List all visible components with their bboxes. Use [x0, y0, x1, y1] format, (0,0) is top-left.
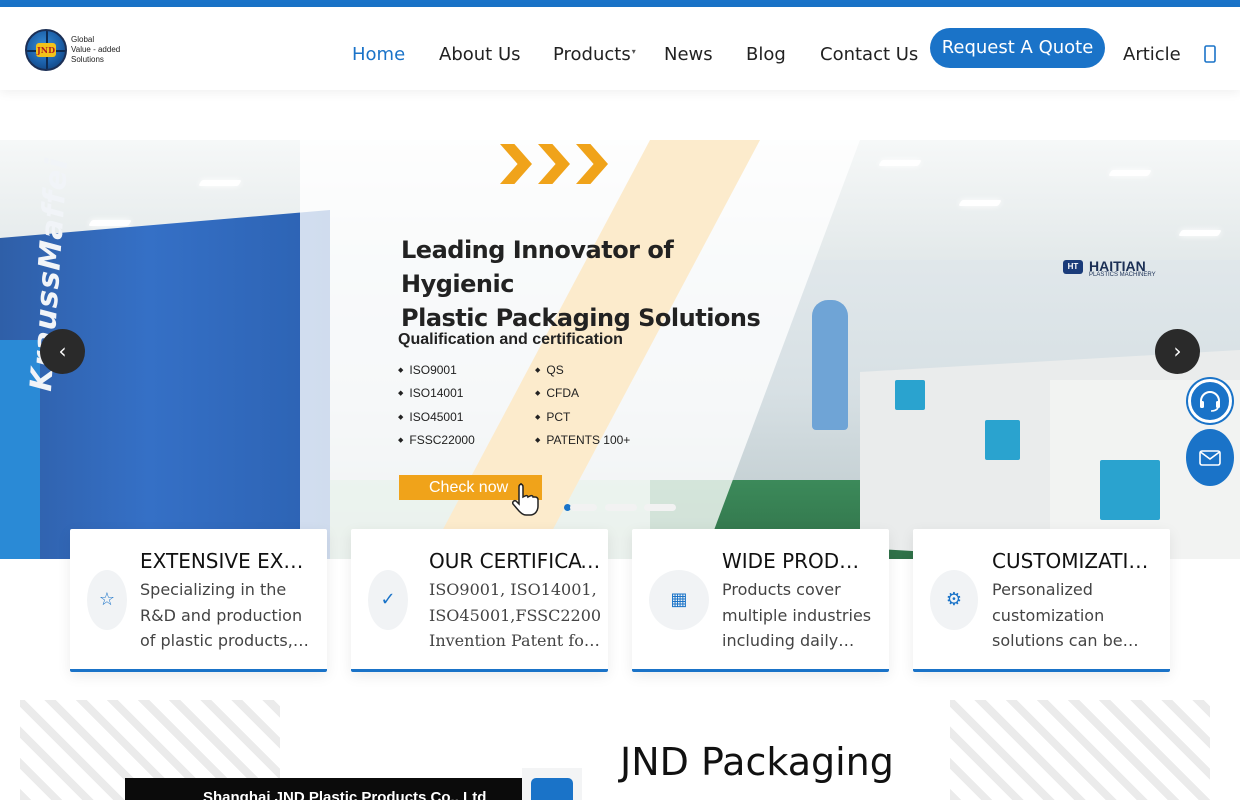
slide-dot-3[interactable] — [644, 504, 676, 511]
banner-headline-line-2: Plastic Packaging Solutions — [401, 304, 761, 332]
cert-item: PCT — [535, 410, 570, 424]
blue-crate — [985, 420, 1020, 460]
site-logo[interactable]: JND Global Value - added Solutions — [25, 29, 135, 71]
cert-item: ISO14001 — [398, 386, 463, 400]
ceiling-light — [958, 200, 1002, 206]
logo-line-2: Value - added — [71, 45, 121, 54]
hero-banner: KraussMaffei HT HAITIAN PLASTICS MACHINER… — [0, 140, 1240, 559]
nav-about-us[interactable]: About Us — [439, 35, 521, 75]
search-icon[interactable] — [1203, 43, 1217, 65]
feature-card[interactable]: ✓ OUR CERTIFICATIONS ISO9001, ISO14001, … — [351, 529, 608, 672]
nav-blog[interactable]: Blog — [746, 35, 786, 75]
site-header: JND Global Value - added Solutions Home … — [0, 7, 1240, 90]
logo-tagline: Global Value - added Solutions — [71, 35, 120, 65]
slide-dot-1-track — [570, 504, 597, 511]
logo-mark: JND — [36, 43, 56, 57]
nav-products[interactable]: Products▾ — [553, 35, 636, 75]
blue-crate — [1100, 460, 1160, 520]
slide-dot-2[interactable] — [605, 504, 637, 511]
company-video[interactable]: Shanghai JND Plastic Products Co., Ltd — [125, 778, 522, 800]
ceiling-light — [1108, 170, 1152, 176]
chevron-right-icon: › — [1173, 339, 1182, 363]
mail-icon — [1199, 449, 1221, 466]
about-section-title: JND Packaging — [620, 740, 894, 784]
chevron-left-icon: ‹ — [58, 339, 67, 363]
nav-article[interactable]: Article — [1123, 35, 1181, 75]
nav-contact-us[interactable]: Contact Us — [820, 35, 918, 75]
feature-card-text: Personalized customization solutions can… — [992, 580, 1123, 650]
feature-card-text: ISO9001, ISO14001, ISO45001,FSSC22000, I… — [429, 580, 601, 650]
cert-item: ISO45001 — [398, 410, 463, 424]
chevron-down-icon: ▾ — [631, 47, 636, 56]
machine-brand-2: HT HAITIAN PLASTICS MACHINERY — [1063, 258, 1156, 278]
online-support-button[interactable] — [1188, 379, 1232, 423]
nav-home[interactable]: Home — [352, 35, 405, 75]
logo-line-3: Solutions — [71, 55, 104, 64]
ht-badge: HT — [1063, 260, 1083, 274]
next-slide-button[interactable]: › — [1155, 329, 1200, 374]
banner-headline: Leading Innovator of Hygienic Plastic Pa… — [401, 233, 761, 335]
email-button[interactable] — [1186, 429, 1234, 486]
feature-card[interactable]: ⚙ CUSTOMIZATION SERVICE Personalized cus… — [913, 529, 1170, 672]
feature-card-text: Specializing in the R&D and production o… — [140, 580, 303, 650]
grid-icon: ▦ — [649, 570, 709, 630]
cert-item: CFDA — [535, 386, 579, 400]
request-quote-button[interactable]: Request A Quote — [930, 28, 1105, 68]
video-play-button[interactable] — [531, 778, 573, 800]
top-accent-bar — [0, 0, 1240, 7]
hand-cursor-icon — [512, 483, 539, 516]
nav-news[interactable]: News — [664, 35, 713, 75]
feature-card[interactable]: ▦ WIDE PRODUCT RANGE Products cover mult… — [632, 529, 889, 672]
headset-icon — [1200, 391, 1220, 412]
star-icon: ☆ — [87, 570, 127, 630]
feature-card-text: Products cover multiple industries inclu… — [722, 580, 872, 650]
ceiling-light — [1178, 230, 1222, 236]
ceiling-light — [88, 220, 132, 226]
feature-card-title: OUR CERTIFICATIONS — [429, 549, 601, 573]
certificate-icon: ✓ — [368, 570, 408, 630]
banner-headline-line-1: Leading Innovator of Hygienic — [401, 236, 674, 298]
logo-line-1: Global — [71, 35, 95, 44]
feature-card-title: WIDE PRODUCT RANGE — [722, 549, 872, 573]
machine-brand-2-sub: PLASTICS MACHINERY — [1089, 272, 1156, 278]
ceiling-light — [198, 180, 242, 186]
qualification-title: Qualification and certification — [398, 331, 623, 348]
globe-logo-icon: JND — [25, 29, 67, 71]
prev-slide-button[interactable]: ‹ — [40, 329, 85, 374]
cert-item: QS — [535, 363, 563, 377]
feature-card-title: CUSTOMIZATION SERVICE — [992, 549, 1154, 573]
background-watermark — [950, 700, 1210, 800]
nav-products-label: Products — [553, 44, 631, 65]
feature-card[interactable]: ☆ EXTENSIVE EXPERIENCE Specializing in t… — [70, 529, 327, 672]
cert-item: PATENTS 100+ — [535, 433, 630, 447]
ceiling-light — [878, 160, 922, 166]
feature-card-title: EXTENSIVE EXPERIENCE — [140, 549, 312, 573]
cert-item: FSSC22000 — [398, 433, 474, 447]
settings-icon: ⚙ — [930, 570, 978, 630]
cert-item: ISO9001 — [398, 363, 456, 377]
worker-figure — [812, 300, 848, 430]
blue-crate — [895, 380, 925, 410]
